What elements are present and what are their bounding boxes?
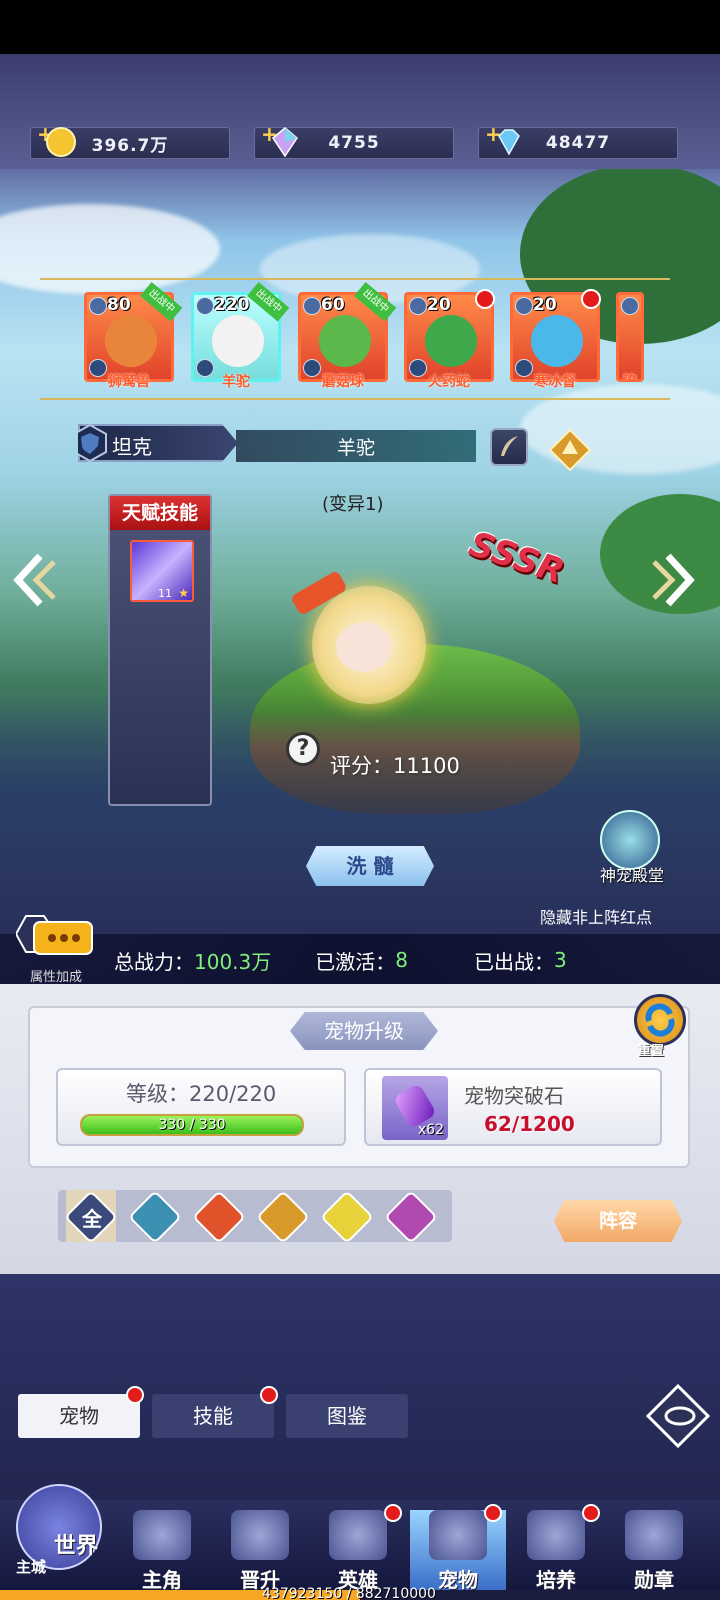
pet-slot[interactable]: 20 寒冰督 [510, 289, 601, 390]
hide-reddot-toggle[interactable]: 隐藏非上阵红点 [540, 904, 652, 928]
diamond-value: 48477 [545, 133, 611, 153]
status-bar [0, 0, 720, 54]
element-filter-bar: 全 [58, 1190, 452, 1244]
reset-label: 重置 [638, 1044, 665, 1059]
dark-element-icon[interactable] [384, 1190, 438, 1244]
player-exp-text: 437923150 / 882710000 [262, 1586, 436, 1600]
variant-label: (变异1) [322, 494, 384, 515]
nav-hero-main[interactable]: 主角 [114, 1510, 210, 1592]
red-dot [260, 1386, 278, 1404]
help-icon[interactable]: ? [286, 732, 320, 766]
nav-train[interactable]: 培养 [508, 1504, 604, 1592]
gold-coin-icon [46, 127, 76, 157]
activated-count: 8 [395, 948, 408, 972]
nav-medal[interactable]: 勋章 [606, 1510, 702, 1592]
upgrade-title: 宠物升级 [290, 1012, 438, 1050]
role-label: 坦克 [112, 435, 152, 459]
wind-element-icon[interactable] [128, 1190, 182, 1244]
role-bar: 坦克 [78, 424, 238, 462]
medal-icon [625, 1510, 683, 1560]
exp-text: 330 / 330 [158, 1117, 226, 1133]
level-text: 等级：220/220 [126, 1082, 277, 1106]
pet-slot[interactable]: 80 出战中 狮鹫兽 [84, 282, 183, 390]
red-dot [126, 1386, 144, 1404]
item-count: x62 [417, 1122, 444, 1138]
element-icon [196, 297, 214, 315]
pet-character [290, 569, 438, 724]
element-icon [621, 297, 639, 315]
deployed-count: 3 [554, 948, 567, 972]
collapse-eye-icon[interactable] [646, 1384, 710, 1448]
nav-heroes[interactable]: 英雄 [310, 1504, 406, 1592]
pet-slot[interactable]: 獠 [616, 292, 644, 382]
red-dot [475, 289, 495, 309]
blue-diamond-icon [498, 129, 520, 156]
tab-pets[interactable]: 宠物 [18, 1386, 144, 1438]
level-box: 等级：220/220 330 / 330 [56, 1068, 346, 1146]
earth-element-icon[interactable] [256, 1190, 310, 1244]
diamond-counter[interactable]: + 48477 [478, 122, 678, 159]
nav-promote[interactable]: 晋升 [212, 1510, 308, 1592]
breakthrough-box[interactable]: x62 宠物突破石 62/1200 [364, 1068, 662, 1146]
gold-value: 396.7万 [91, 135, 169, 156]
pet-slot[interactable]: 60 出战中 蘑菇球 [298, 282, 397, 390]
pet-icon [429, 1510, 487, 1560]
pet-name-bar: 羊驼 [236, 430, 476, 462]
earth-element-button[interactable] [548, 428, 592, 472]
helmet-icon [329, 1510, 387, 1560]
element-icon [89, 297, 107, 315]
total-power: 100.3万 [194, 949, 272, 974]
talent-panel: 天赋技能 11 ★ [108, 494, 212, 806]
nav-pets[interactable]: 宠物 [410, 1504, 506, 1592]
item-name: 宠物突破石 [464, 1084, 564, 1108]
chat-bubble-icon [14, 915, 93, 955]
pet-score: 评分：11100 [330, 754, 460, 778]
fire-element-icon[interactable] [192, 1190, 246, 1244]
exp-bar: 330 / 330 [80, 1114, 304, 1136]
gold-counter[interactable]: + 396.7万 [30, 122, 230, 159]
next-pet-arrow-icon[interactable] [652, 552, 698, 608]
filter-all-label: 全 [82, 1207, 102, 1231]
tab-codex[interactable]: 图鉴 [286, 1394, 408, 1438]
prev-pet-arrow-icon[interactable] [10, 552, 56, 608]
attr-bonus-button[interactable]: 属性加成 [14, 914, 96, 985]
red-dot [384, 1504, 402, 1522]
item-progress: 62/1200 [484, 1112, 575, 1136]
red-dot [484, 1504, 502, 1522]
lineup-button[interactable]: 阵容 [554, 1200, 682, 1242]
element-icon [409, 297, 427, 315]
star-icon: ★ [178, 586, 189, 600]
red-dot [582, 1504, 600, 1522]
crystal-value: 4755 [328, 133, 380, 153]
crystal-counter[interactable]: + 4755 [254, 122, 454, 159]
promote-icon [231, 1510, 289, 1560]
train-icon [527, 1510, 585, 1560]
element-icon [303, 297, 321, 315]
feather-icon [501, 436, 518, 456]
talent-title: 天赋技能 [110, 496, 210, 530]
pet-name: 羊驼 [336, 436, 375, 459]
wash-button[interactable]: 洗 髓 [306, 846, 434, 886]
temple-icon[interactable] [600, 810, 660, 870]
attr-bonus-label: 属性加成 [29, 970, 82, 985]
reset-button[interactable] [634, 994, 686, 1046]
element-icon [515, 297, 533, 315]
rename-button[interactable] [490, 428, 528, 466]
pet-slot-selected[interactable]: 220 出战中 羊驼 [191, 282, 290, 390]
refresh-icon [645, 1003, 675, 1037]
red-dot [581, 289, 601, 309]
tab-skills[interactable]: 技能 [152, 1386, 278, 1438]
stats-bar: 总战力： 100.3万 已激活： 8 已出战： 3 [0, 934, 720, 986]
talent-skill-slot[interactable]: 11 ★ [130, 540, 194, 602]
nav-world-button[interactable]: 世界 主城 [6, 1480, 110, 1590]
protagonist-icon [133, 1510, 191, 1560]
breakthrough-stone-icon: x62 [382, 1076, 448, 1140]
temple-label[interactable]: 神宠殿堂 [600, 862, 664, 886]
light-element-icon[interactable] [320, 1190, 374, 1244]
pet-slot[interactable]: 20 火药蛇 [404, 289, 495, 390]
pet-strip: 80 出战中 狮鹫兽 220 出战中 羊驼 60 出战中 蘑菇球 20 火药蛇 … [40, 276, 670, 406]
rainbow-crystal-icon [272, 127, 298, 158]
strip-ornament [40, 398, 670, 404]
